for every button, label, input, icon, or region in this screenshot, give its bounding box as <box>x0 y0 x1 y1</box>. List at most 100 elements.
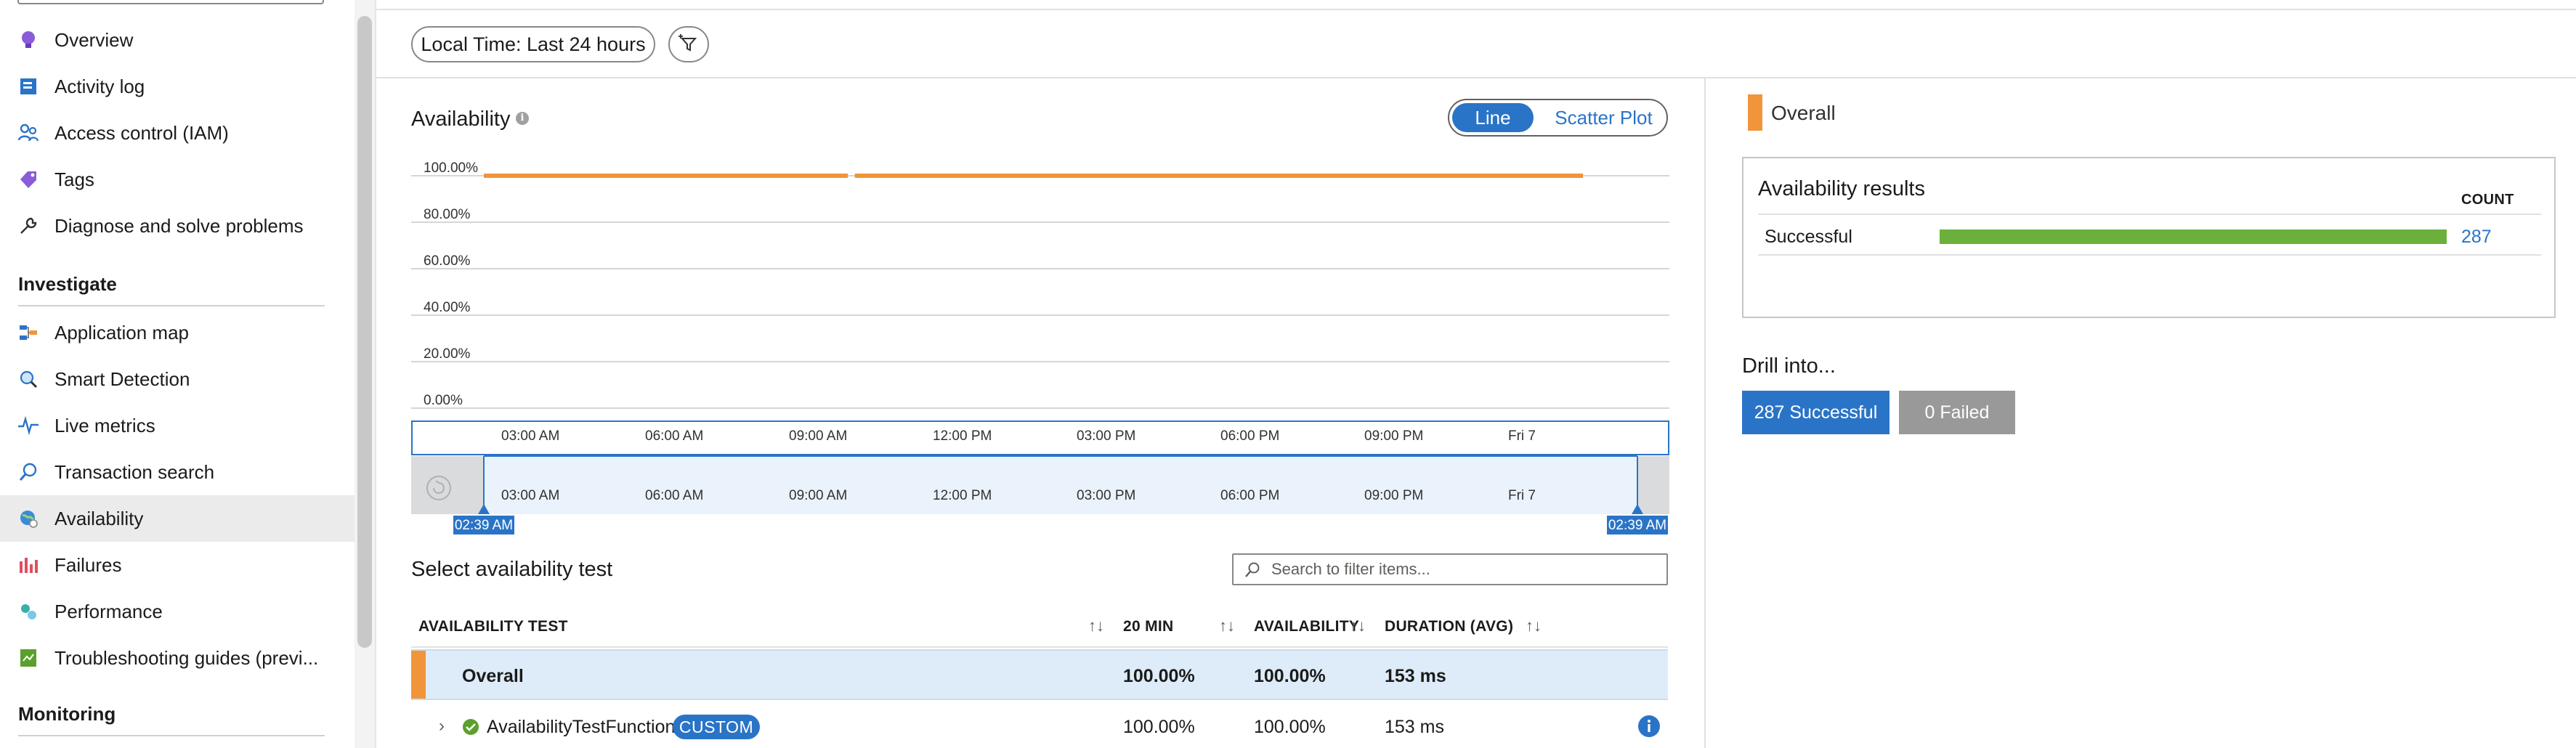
sort-icon[interactable]: ↑↓ <box>1526 617 1542 635</box>
results-title: Availability results <box>1758 177 1925 200</box>
successful-count-link[interactable]: 287 <box>2461 227 2492 248</box>
scatter-plot-option[interactable]: Scatter Plot <box>1544 103 1664 132</box>
column-header-availability[interactable]: AVAILABILITY <box>1254 618 1359 635</box>
sidebar-item-performance[interactable]: Performance <box>0 588 355 635</box>
performance-icon <box>17 601 39 622</box>
sidebar-item-transaction-search[interactable]: Transaction search <box>0 449 355 495</box>
time-brush-track <box>411 456 1669 514</box>
successful-bar-fill <box>1940 229 2447 244</box>
panel-divider <box>1704 78 1706 748</box>
x-tick-label: 03:00 PM <box>1077 428 1135 444</box>
sort-icon[interactable]: ↑↓ <box>1350 617 1366 635</box>
chart-view-toggle[interactable]: Line Scatter Plot <box>1448 99 1668 137</box>
sidebar-search-box[interactable] <box>17 0 324 4</box>
brush-x-tick-label: 03:00 PM <box>1077 488 1135 503</box>
brush-x-tick-label: 06:00 PM <box>1220 488 1279 503</box>
wrench-icon <box>17 215 39 237</box>
sidebar-item-failures[interactable]: Failures <box>0 542 355 588</box>
tag-icon <box>17 168 39 190</box>
brush-x-tick-label: 03:00 AM <box>501 488 559 503</box>
sidebar-item-live-metrics[interactable]: Live metrics <box>0 402 355 449</box>
y-tick-label: 40.00% <box>424 300 471 315</box>
table-row-overall[interactable] <box>411 649 1668 700</box>
info-icon[interactable]: i <box>516 112 529 125</box>
overall-availability: 100.00% <box>1254 666 1326 686</box>
sidebar-item-troubleshooting-guides[interactable]: Troubleshooting guides (previ... <box>0 635 355 681</box>
y-tick-label: 20.00% <box>424 346 471 362</box>
count-header: COUNT <box>2461 192 2514 208</box>
availability-title: Availability <box>411 107 511 131</box>
overall-name: Overall <box>462 666 524 686</box>
legend-label-overall[interactable]: Overall <box>1771 102 1836 125</box>
sidebar-item-smart-detection[interactable]: Smart Detection <box>0 356 355 402</box>
x-tick-label: Fri 7 <box>1508 428 1536 444</box>
filter-items-placeholder: Search to filter items... <box>1271 560 1430 578</box>
sidebar-border <box>375 0 376 748</box>
failures-chart-icon <box>17 554 39 576</box>
expand-chevron-icon[interactable]: › <box>439 716 445 736</box>
series-color-bar <box>411 651 426 699</box>
line-view-option[interactable]: Line <box>1452 103 1534 132</box>
x-tick-label: 09:00 PM <box>1364 428 1423 444</box>
search-icon <box>17 461 39 483</box>
sort-icon[interactable]: ↑↓ <box>1088 617 1104 635</box>
select-test-title: Select availability test <box>411 558 613 581</box>
guides-icon <box>17 647 39 669</box>
add-filter-icon <box>678 32 700 57</box>
brush-left-mask <box>411 456 484 514</box>
sidebar-section-investigate: Investigate <box>18 273 117 295</box>
sort-icon[interactable]: ↑↓ <box>1219 617 1235 635</box>
sidebar-section-monitoring: Monitoring <box>18 703 116 725</box>
test-duration: 153 ms <box>1385 717 1444 737</box>
people-icon <box>17 122 39 144</box>
brush-x-tick-label: 09:00 AM <box>789 488 847 503</box>
successful-drill-button[interactable]: 287 Successful <box>1742 391 1890 434</box>
time-range-button[interactable]: Local Time: Last 24 hours <box>411 26 655 62</box>
sidebar-item-label: Diagnose and solve problems <box>54 214 304 237</box>
x-tick-label: 06:00 PM <box>1220 428 1279 444</box>
x-tick-label: 09:00 AM <box>789 428 847 444</box>
failed-drill-button[interactable]: 0 Failed <box>1899 391 2015 434</box>
top-divider <box>376 9 2576 10</box>
test-20min: 100.00% <box>1123 717 1195 737</box>
x-axis-frame <box>411 420 1669 455</box>
filter-items-input[interactable]: Search to filter items... <box>1232 553 1668 585</box>
y-tick-label: 60.00% <box>424 253 471 269</box>
sidebar-item-diagnose[interactable]: Diagnose and solve problems <box>0 203 355 249</box>
info-icon[interactable] <box>1637 715 1661 741</box>
sidebar-item-label: Troubleshooting guides (previ... <box>54 646 319 669</box>
sidebar-divider <box>18 735 325 736</box>
results-divider <box>1758 254 2541 256</box>
sidebar-item-label: Transaction search <box>54 460 215 483</box>
brush-end-label: 02:39 AM <box>1608 518 1666 533</box>
smart-detection-icon <box>17 368 39 390</box>
column-header-test[interactable]: AVAILABILITY TEST <box>418 618 568 635</box>
sidebar-item-availability[interactable]: Availability <box>0 495 355 542</box>
column-header-20min[interactable]: 20 MIN <box>1123 618 1174 635</box>
sidebar-nav: Overview Activity log Access control (IA… <box>0 0 355 748</box>
drill-into-title: Drill into... <box>1742 354 1836 378</box>
column-header-duration[interactable]: DURATION (AVG) <box>1385 618 1513 635</box>
overview-bulb-icon <box>17 29 39 51</box>
sidebar-item-activity-log[interactable]: Activity log <box>0 63 355 110</box>
sidebar-item-overview[interactable]: Overview <box>0 17 355 63</box>
sidebar-scrollbar-thumb[interactable] <box>357 16 372 648</box>
x-tick-label: 06:00 AM <box>645 428 703 444</box>
sidebar-item-access-control[interactable]: Access control (IAM) <box>0 110 355 156</box>
brush-x-tick-label: 12:00 PM <box>933 488 992 503</box>
activity-log-icon <box>17 76 39 97</box>
test-availability: 100.00% <box>1254 717 1326 737</box>
sidebar-item-application-map[interactable]: Application map <box>0 309 355 356</box>
x-tick-label: 12:00 PM <box>933 428 992 444</box>
add-filter-button[interactable] <box>668 26 709 62</box>
y-tick-label: 0.00% <box>424 393 463 408</box>
brush-x-tick-label: 09:00 PM <box>1364 488 1423 503</box>
sidebar-item-tags[interactable]: Tags <box>0 156 355 203</box>
brush-right-mask <box>1637 456 1669 514</box>
brush-x-tick-label: 06:00 AM <box>645 488 703 503</box>
live-metrics-icon <box>17 415 39 436</box>
sidebar-item-label: Smart Detection <box>54 367 190 390</box>
sidebar-item-label: Access control (IAM) <box>54 121 229 144</box>
successful-label: Successful <box>1765 227 1852 247</box>
toolbar-divider <box>376 77 2576 78</box>
